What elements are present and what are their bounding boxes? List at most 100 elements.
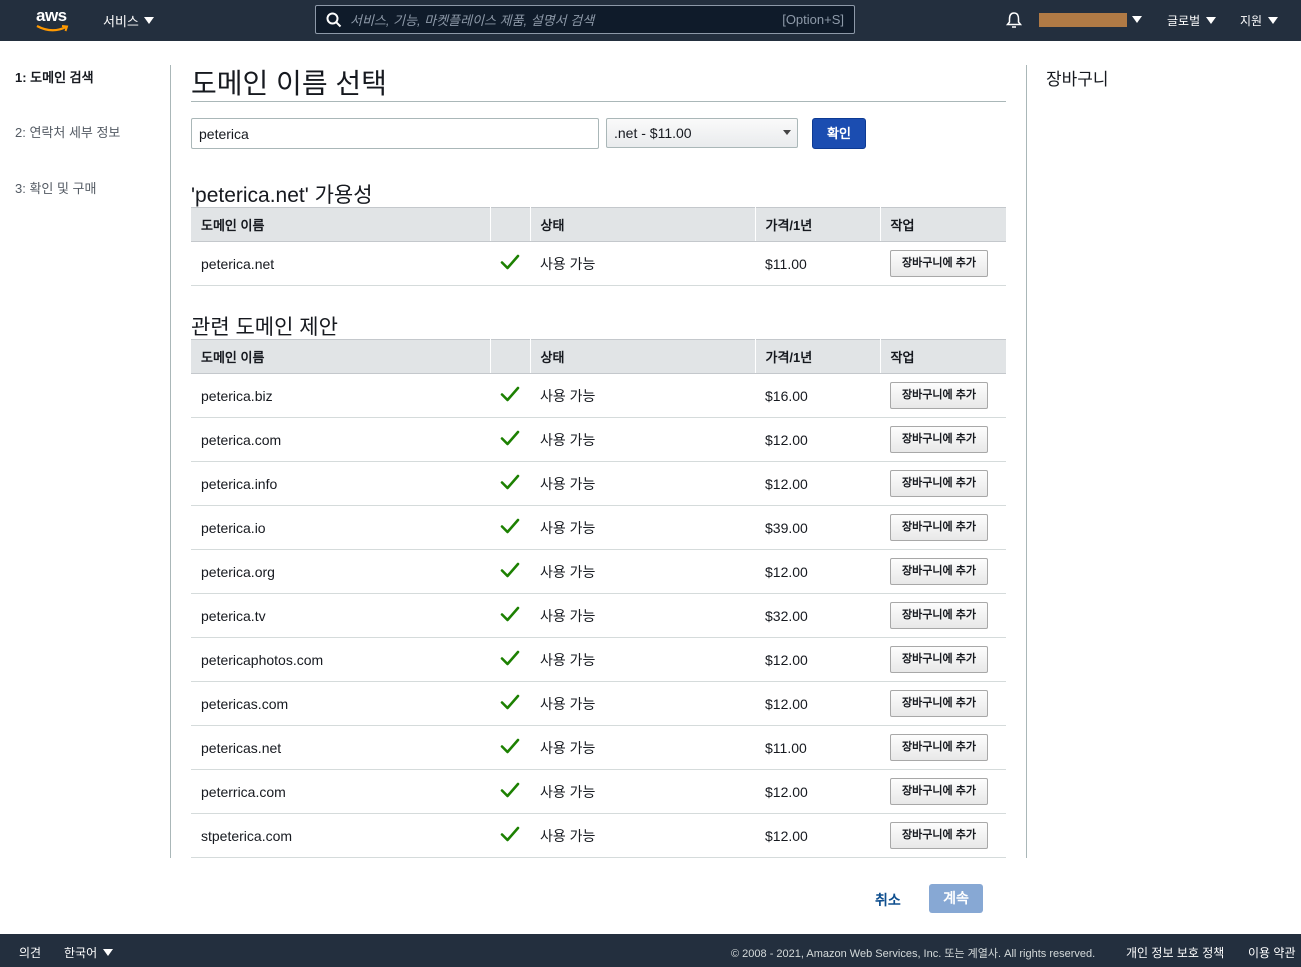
action-cell: 장바구니에 추가 xyxy=(880,373,1006,418)
continue-button[interactable]: 계속 xyxy=(929,884,983,913)
region-menu[interactable]: 글로벌 xyxy=(1167,12,1217,29)
status-cell: 사용 가능 xyxy=(530,417,755,462)
action-cell: 장바구니에 추가 xyxy=(880,593,1006,638)
checkmark-icon xyxy=(500,430,520,446)
chevron-down-icon xyxy=(783,130,791,135)
price-cell: $16.00 xyxy=(755,373,880,418)
privacy-link[interactable]: 개인 정보 보호 정책 xyxy=(1126,944,1224,961)
add-to-cart-button[interactable]: 장바구니에 추가 xyxy=(890,646,988,673)
right-divider xyxy=(1026,65,1027,858)
status-cell: 사용 가능 xyxy=(530,461,755,506)
status-cell: 사용 가능 xyxy=(530,505,755,550)
checkmark-icon xyxy=(500,606,520,622)
price-cell: $32.00 xyxy=(755,593,880,638)
caret-down-icon xyxy=(1206,17,1217,24)
action-cell: 장바구니에 추가 xyxy=(880,241,1006,286)
status-cell: 사용 가능 xyxy=(530,813,755,858)
price-cell: $12.00 xyxy=(755,549,880,594)
cancel-button[interactable]: 취소 xyxy=(875,890,901,910)
checkmark-icon xyxy=(500,826,520,842)
support-menu[interactable]: 지원 xyxy=(1240,12,1279,29)
add-to-cart-button[interactable]: 장바구니에 추가 xyxy=(890,558,988,585)
step-contact-details[interactable]: 2: 연락처 세부 정보 xyxy=(15,122,120,141)
col-action: 작업 xyxy=(880,339,1006,374)
checkmark-icon xyxy=(500,782,520,798)
search-input[interactable]: 서비스, 기능, 마켓플레이스 제품, 설명서 검색 xyxy=(350,10,782,29)
price-cell: $12.00 xyxy=(755,813,880,858)
step-domain-search[interactable]: 1: 도메인 검색 xyxy=(15,67,94,86)
table-row: petericas.net 사용 가능 $11.00 장바구니에 추가 xyxy=(191,725,1006,770)
top-nav: aws 서비스 서비스, 기능, 마켓플레이스 제품, 설명서 검색 [Opti… xyxy=(0,0,1301,41)
language-menu[interactable]: 한국어 xyxy=(64,944,114,961)
action-cell: 장바구니에 추가 xyxy=(880,769,1006,814)
checkmark-icon xyxy=(500,254,520,270)
bell-icon[interactable] xyxy=(1005,11,1023,29)
add-to-cart-button[interactable]: 장바구니에 추가 xyxy=(890,690,988,717)
search-bar[interactable]: 서비스, 기능, 마켓플레이스 제품, 설명서 검색 [Option+S] xyxy=(315,5,855,34)
table-row: peterica.biz 사용 가능 $16.00 장바구니에 추가 xyxy=(191,373,1006,418)
available-cell xyxy=(490,725,530,770)
table-row: peterica.tv 사용 가능 $32.00 장바구니에 추가 xyxy=(191,593,1006,638)
col-domain-name: 도메인 이름 xyxy=(191,207,491,242)
checkmark-icon xyxy=(500,386,520,402)
table-header-row: 도메인 이름 상태 가격/1년 작업 xyxy=(191,207,1006,242)
price-cell: $39.00 xyxy=(755,505,880,550)
add-to-cart-button[interactable]: 장바구니에 추가 xyxy=(890,382,988,409)
caret-down-icon xyxy=(103,949,114,956)
add-to-cart-button[interactable]: 장바구니에 추가 xyxy=(890,470,988,497)
feedback-link[interactable]: 의견 xyxy=(19,944,41,961)
col-price: 가격/1년 xyxy=(755,339,881,374)
aws-logo-text: aws xyxy=(36,6,67,25)
status-cell: 사용 가능 xyxy=(530,637,755,682)
availability-title: 'peterica.net' 가용성 xyxy=(191,184,373,207)
action-cell: 장바구니에 추가 xyxy=(880,725,1006,770)
status-cell: 사용 가능 xyxy=(530,373,755,418)
add-to-cart-button[interactable]: 장바구니에 추가 xyxy=(890,734,988,761)
left-divider xyxy=(170,65,171,858)
add-to-cart-button[interactable]: 장바구니에 추가 xyxy=(890,514,988,541)
action-cell: 장바구니에 추가 xyxy=(880,417,1006,462)
available-cell xyxy=(490,637,530,682)
suggestions-table: 도메인 이름 상태 가격/1년 작업 peterica.biz 사용 가능 $16.… xyxy=(191,339,1006,858)
checkmark-icon xyxy=(500,474,520,490)
col-check xyxy=(490,207,531,242)
domain-search-input[interactable] xyxy=(191,118,599,149)
col-domain-name: 도메인 이름 xyxy=(191,339,491,374)
search-icon xyxy=(326,12,342,27)
region-label: 글로벌 xyxy=(1167,14,1201,28)
status-cell: 사용 가능 xyxy=(530,241,755,286)
add-to-cart-button[interactable]: 장바구니에 추가 xyxy=(890,602,988,629)
add-to-cart-button[interactable]: 장바구니에 추가 xyxy=(890,426,988,453)
caret-down-icon xyxy=(1268,17,1279,24)
checkmark-icon xyxy=(500,518,520,534)
status-cell: 사용 가능 xyxy=(530,549,755,594)
price-cell: $11.00 xyxy=(755,725,880,770)
aws-smile-icon xyxy=(36,25,69,32)
add-to-cart-button[interactable]: 장바구니에 추가 xyxy=(890,778,988,805)
checkmark-icon xyxy=(500,650,520,666)
step-review-purchase[interactable]: 3: 확인 및 구매 xyxy=(15,178,96,197)
col-action: 작업 xyxy=(880,207,1006,242)
add-to-cart-button[interactable]: 장바구니에 추가 xyxy=(890,250,988,277)
domain-name-cell: petericas.com xyxy=(191,681,490,726)
aws-logo[interactable]: aws xyxy=(36,6,70,34)
domain-name-cell: peterica.com xyxy=(191,417,490,462)
copyright-text: © 2008 - 2021, Amazon Web Services, Inc.… xyxy=(731,948,1096,960)
status-cell: 사용 가능 xyxy=(530,593,755,638)
available-cell xyxy=(490,505,530,550)
check-button[interactable]: 확인 xyxy=(812,118,866,149)
account-caret-down-icon[interactable] xyxy=(1132,16,1142,23)
domain-name-cell: stpeterica.com xyxy=(191,813,490,858)
domain-name-cell: peterrica.com xyxy=(191,769,490,814)
add-to-cart-button[interactable]: 장바구니에 추가 xyxy=(890,822,988,849)
price-cell: $12.00 xyxy=(755,637,880,682)
account-menu-redacted[interactable] xyxy=(1039,13,1127,27)
action-cell: 장바구니에 추가 xyxy=(880,549,1006,594)
checkmark-icon xyxy=(500,738,520,754)
available-cell xyxy=(490,373,530,418)
tld-select[interactable]: .net - $11.00 xyxy=(606,118,798,148)
services-menu[interactable]: 서비스 xyxy=(103,11,154,30)
price-cell: $12.00 xyxy=(755,681,880,726)
price-cell: $12.00 xyxy=(755,461,880,506)
terms-link[interactable]: 이용 약관 xyxy=(1248,944,1296,961)
